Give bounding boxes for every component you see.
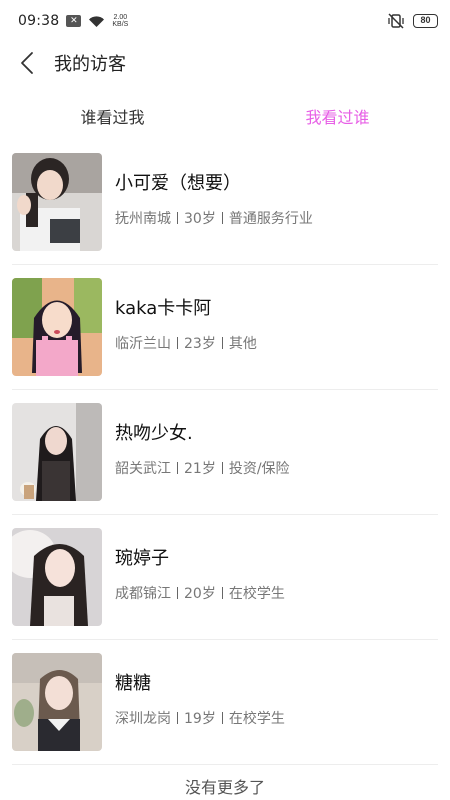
divider: [221, 587, 223, 599]
divider: [221, 212, 223, 224]
divider: [221, 712, 223, 724]
status-left: 09:38 ✕ 2.00 KB/S: [18, 13, 128, 29]
visitor-age: 19岁: [184, 711, 216, 727]
visitor-age: 30岁: [184, 211, 216, 227]
avatar[interactable]: [12, 278, 102, 376]
status-time: 09:38: [18, 13, 60, 29]
notification-icon: ✕: [66, 15, 82, 27]
visitor-info: 琬婷子 成都锦江 20岁 在校学生: [115, 545, 285, 603]
visitor-age: 23岁: [184, 336, 216, 352]
list-item[interactable]: 琬婷子 成都锦江 20岁 在校学生: [12, 515, 438, 640]
tab-who-i-viewed[interactable]: 我看过谁: [225, 96, 450, 136]
no-more-text: 没有更多了: [184, 778, 265, 797]
network-speed: 2.00 KB/S: [112, 14, 128, 28]
visitor-meta: 临沂兰山 23岁 其他: [115, 333, 257, 353]
visitor-list: 小可爱（想要） 抚州南城 30岁 普通服务行业 kaka卡卡阿 临沂兰山 23岁…: [12, 140, 438, 765]
visitor-location: 抚州南城: [115, 211, 171, 227]
visitor-name: 糖糖: [115, 673, 151, 694]
visitor-location: 深圳龙岗: [115, 711, 171, 727]
visitor-occupation: 投资/保险: [228, 461, 290, 477]
network-speed-value: 2.00: [113, 14, 128, 21]
divider: [177, 337, 178, 349]
status-right: 80: [387, 13, 438, 29]
avatar[interactable]: [12, 528, 102, 626]
list-item[interactable]: 热吻少女. 韶关武江 21岁 投资/保险: [12, 390, 438, 515]
visitor-info: 糖糖 深圳龙岗 19岁 在校学生: [115, 670, 285, 728]
avatar[interactable]: [12, 653, 102, 751]
header: 我的访客: [0, 42, 450, 84]
visitor-age: 21岁: [184, 461, 216, 477]
wifi-icon: [88, 15, 105, 28]
visitor-occupation: 在校学生: [228, 711, 285, 727]
visitor-info: 热吻少女. 韶关武江 21岁 投资/保险: [115, 420, 290, 478]
list-item[interactable]: kaka卡卡阿 临沂兰山 23岁 其他: [12, 265, 438, 390]
back-button[interactable]: [4, 42, 50, 84]
status-bar: 09:38 ✕ 2.00 KB/S 80: [0, 0, 450, 42]
divider: [177, 712, 178, 724]
avatar[interactable]: [12, 403, 102, 501]
list-item[interactable]: 小可爱（想要） 抚州南城 30岁 普通服务行业: [12, 140, 438, 265]
visitor-occupation: 在校学生: [228, 586, 285, 602]
mute-vibrate-icon: [387, 13, 405, 29]
visitor-meta: 韶关武江 21岁 投资/保险: [115, 458, 290, 478]
divider: [177, 587, 178, 599]
visitor-location: 临沂兰山: [115, 336, 171, 352]
visitor-location: 韶关武江: [115, 461, 171, 477]
visitor-occupation: 其他: [228, 336, 257, 352]
visitor-name: kaka卡卡阿: [115, 298, 212, 319]
visitor-name: 琬婷子: [115, 548, 169, 569]
visitor-location: 成都锦江: [115, 586, 171, 602]
avatar[interactable]: [12, 153, 102, 251]
visitor-info: kaka卡卡阿 临沂兰山 23岁 其他: [115, 295, 257, 353]
battery-icon: 80: [413, 14, 438, 28]
divider: [221, 462, 223, 474]
visitor-meta: 成都锦江 20岁 在校学生: [115, 583, 285, 603]
page-title: 我的访客: [54, 54, 126, 75]
network-speed-unit: KB/S: [112, 21, 129, 28]
divider: [177, 212, 178, 224]
visitor-info: 小可爱（想要） 抚州南城 30岁 普通服务行业: [115, 170, 313, 228]
visitor-meta: 深圳龙岗 19岁 在校学生: [115, 708, 285, 728]
visitor-name: 小可爱（想要）: [115, 173, 241, 194]
divider: [221, 337, 223, 349]
back-arrow-icon: [21, 52, 33, 74]
visitor-meta: 抚州南城 30岁 普通服务行业: [115, 208, 313, 228]
list-item[interactable]: 糖糖 深圳龙岗 19岁 在校学生: [12, 640, 438, 765]
visitor-name: 热吻少女.: [115, 423, 193, 444]
visitor-occupation: 普通服务行业: [228, 211, 313, 227]
visitor-tabs: 谁看过我 我看过谁: [0, 96, 450, 136]
visitor-age: 20岁: [184, 586, 216, 602]
divider: [177, 462, 178, 474]
tab-who-viewed-me[interactable]: 谁看过我: [0, 96, 225, 136]
